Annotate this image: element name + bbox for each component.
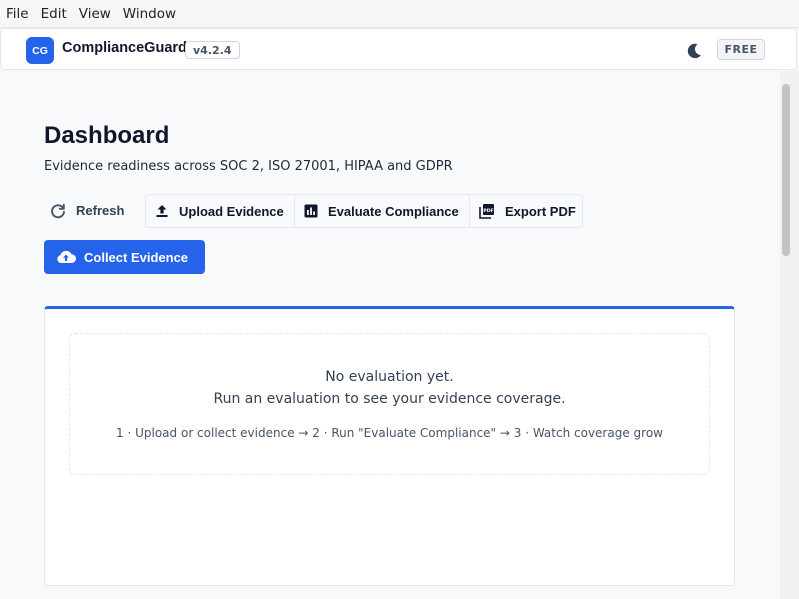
collect-evidence-button[interactable]: Collect Evidence [44,240,205,274]
menu-window[interactable]: Window [123,6,176,22]
svg-text:PDF: PDF [483,208,493,214]
app-logo: CG [26,37,54,64]
menu-file[interactable]: File [6,6,29,22]
export-pdf-label: Export PDF [505,203,576,219]
moon-icon[interactable] [684,41,704,61]
cloud-upload-icon [57,250,76,264]
chart-icon [304,204,318,218]
empty-state-title: No evaluation yet. [325,369,454,385]
export-pdf-button[interactable]: PDF Export PDF [470,195,582,227]
page-subtitle: Evidence readiness across SOC 2, ISO 270… [44,159,453,174]
refresh-button[interactable]: Refresh [44,194,140,227]
page-title: Dashboard [44,122,170,149]
empty-state: No evaluation yet. Run an evaluation to … [69,333,710,475]
upload-icon [156,205,168,217]
upload-evidence-button[interactable]: Upload Evidence [146,195,295,227]
os-menu-bar: File Edit View Window [0,0,799,28]
menu-view[interactable]: View [79,6,111,22]
empty-state-message: Run an evaluation to see your evidence c… [213,391,566,407]
app-header: CG ComplianceGuard v4.2.4 FREE [0,28,797,70]
collect-evidence-label: Collect Evidence [84,249,189,265]
pdf-icon: PDF [479,204,494,219]
empty-state-steps: 1 · Upload or collect evidence → 2 · Run… [116,426,663,440]
refresh-label: Refresh [76,203,125,218]
refresh-icon [51,203,65,218]
version-badge: v4.2.4 [185,41,240,59]
plan-badge: FREE [717,39,765,60]
menu-edit[interactable]: Edit [41,6,67,22]
action-button-group: Upload Evidence Evaluate Compliance PDF … [145,194,583,228]
evaluate-compliance-button[interactable]: Evaluate Compliance [295,195,470,227]
upload-evidence-label: Upload Evidence [179,203,284,219]
app-name: ComplianceGuard [62,40,187,56]
scrollbar-thumb[interactable] [782,84,790,256]
evaluate-compliance-label: Evaluate Compliance [328,203,459,219]
